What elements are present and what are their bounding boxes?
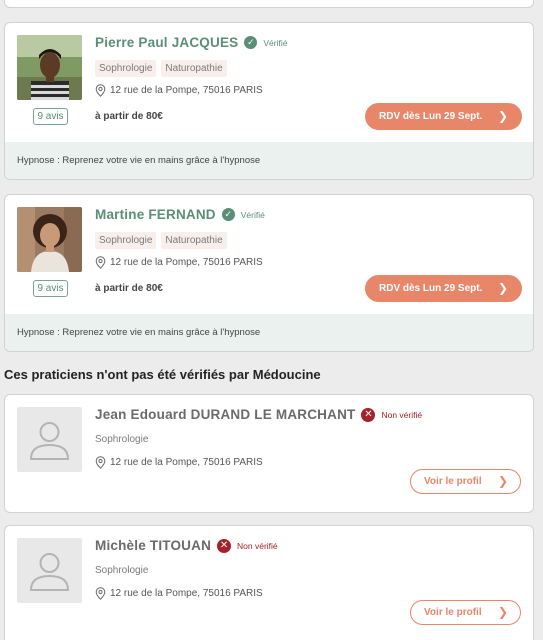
unverified-section-title: Ces praticiens n'ont pas été vérifiés pa… bbox=[4, 367, 321, 382]
chevron-right-icon: ❯ bbox=[497, 605, 508, 619]
practitioner-photo[interactable] bbox=[17, 207, 82, 272]
verified-label: Vérifié bbox=[240, 209, 265, 220]
map-pin-icon bbox=[95, 256, 106, 269]
reviews-badge[interactable]: 9 avis bbox=[33, 280, 68, 297]
practitioner-name[interactable]: Jean Edouard DURAND LE MARCHANT bbox=[95, 407, 355, 422]
address: 12 rue de la Pompe, 75016 PARIS bbox=[95, 84, 263, 97]
previous-card-edge bbox=[4, 0, 534, 8]
specialty-tags: Sophrologie Naturopathie bbox=[95, 232, 227, 249]
unverified-practitioner-card[interactable]: Jean Edouard DURAND LE MARCHANT ✕ Non vé… bbox=[4, 394, 534, 513]
x-circle-icon: ✕ bbox=[361, 407, 376, 422]
address-text: 12 rue de la Pompe, 75016 PARIS bbox=[110, 457, 263, 468]
user-silhouette-icon bbox=[29, 553, 70, 591]
book-appointment-button[interactable]: RDV dès Lun 29 Sept. ❯ bbox=[365, 103, 522, 130]
specialty-tag: Naturopathie bbox=[161, 60, 227, 77]
name-row: Jean Edouard DURAND LE MARCHANT ✕ Non vé… bbox=[95, 407, 422, 422]
practitioner-card[interactable]: 9 avis Pierre Paul JACQUES ✓ Vérifié Sop… bbox=[4, 22, 534, 180]
specialty-tag: Naturopathie bbox=[161, 232, 227, 249]
map-pin-icon bbox=[95, 456, 106, 469]
practitioner-name[interactable]: Martine FERNAND bbox=[95, 207, 216, 222]
unverified-label: Non vérifié bbox=[237, 540, 278, 551]
view-profile-button[interactable]: Voir le profil ❯ bbox=[410, 469, 521, 494]
reviews-badge[interactable]: 9 avis bbox=[33, 108, 68, 125]
specialty-tag: Sophrologie bbox=[95, 60, 157, 77]
specialty-text: Sophrologie bbox=[95, 565, 149, 576]
address-text: 12 rue de la Pompe, 75016 PARIS bbox=[110, 588, 263, 599]
price: à partir de 80€ bbox=[95, 111, 163, 122]
card-footer[interactable]: Hypnose : Reprenez votre vie en mains gr… bbox=[5, 142, 533, 179]
price: à partir de 80€ bbox=[95, 283, 163, 294]
verified-label: Vérifié bbox=[263, 37, 288, 48]
user-silhouette-icon bbox=[29, 422, 70, 460]
view-profile-label: Voir le profil bbox=[424, 607, 482, 618]
x-circle-icon: ✕ bbox=[217, 538, 232, 553]
name-row: Martine FERNAND ✓ Vérifié bbox=[95, 207, 265, 222]
avatar-placeholder bbox=[17, 538, 82, 603]
view-profile-label: Voir le profil bbox=[424, 476, 482, 487]
chevron-right-icon: ❯ bbox=[497, 474, 508, 488]
practitioner-name[interactable]: Pierre Paul JACQUES bbox=[95, 35, 238, 50]
check-circle-icon: ✓ bbox=[244, 36, 258, 49]
check-circle-icon: ✓ bbox=[221, 208, 235, 221]
card-footer[interactable]: Hypnose : Reprenez votre vie en mains gr… bbox=[5, 314, 533, 351]
map-pin-icon bbox=[95, 587, 106, 600]
avatar-placeholder bbox=[17, 407, 82, 472]
book-appointment-button[interactable]: RDV dès Lun 29 Sept. ❯ bbox=[365, 275, 522, 302]
chevron-right-icon: ❯ bbox=[497, 281, 508, 295]
address: 12 rue de la Pompe, 75016 PARIS bbox=[95, 256, 263, 269]
specialty-tags: Sophrologie Naturopathie bbox=[95, 60, 227, 77]
book-appointment-label: RDV dès Lun 29 Sept. bbox=[379, 283, 483, 294]
name-row: Michèle TITOUAN ✕ Non vérifié bbox=[95, 538, 278, 553]
practitioner-name[interactable]: Michèle TITOUAN bbox=[95, 538, 211, 553]
unverified-practitioner-card[interactable]: Michèle TITOUAN ✕ Non vérifié Sophrologi… bbox=[4, 525, 534, 640]
address: 12 rue de la Pompe, 75016 PARIS bbox=[95, 587, 263, 600]
address-text: 12 rue de la Pompe, 75016 PARIS bbox=[110, 257, 263, 268]
unverified-label: Non vérifié bbox=[381, 409, 423, 420]
view-profile-button[interactable]: Voir le profil ❯ bbox=[410, 600, 521, 625]
specialty-tag: Sophrologie bbox=[95, 232, 157, 249]
address: 12 rue de la Pompe, 75016 PARIS bbox=[95, 456, 263, 469]
map-pin-icon bbox=[95, 84, 106, 97]
name-row: Pierre Paul JACQUES ✓ Vérifié bbox=[95, 35, 287, 50]
chevron-right-icon: ❯ bbox=[497, 109, 508, 123]
specialty-text: Sophrologie bbox=[95, 434, 149, 445]
address-text: 12 rue de la Pompe, 75016 PARIS bbox=[110, 85, 263, 96]
practitioner-photo[interactable] bbox=[17, 35, 82, 100]
book-appointment-label: RDV dès Lun 29 Sept. bbox=[379, 111, 483, 122]
practitioner-card[interactable]: 9 avis Martine FERNAND ✓ Vérifié Sophrol… bbox=[4, 194, 534, 352]
